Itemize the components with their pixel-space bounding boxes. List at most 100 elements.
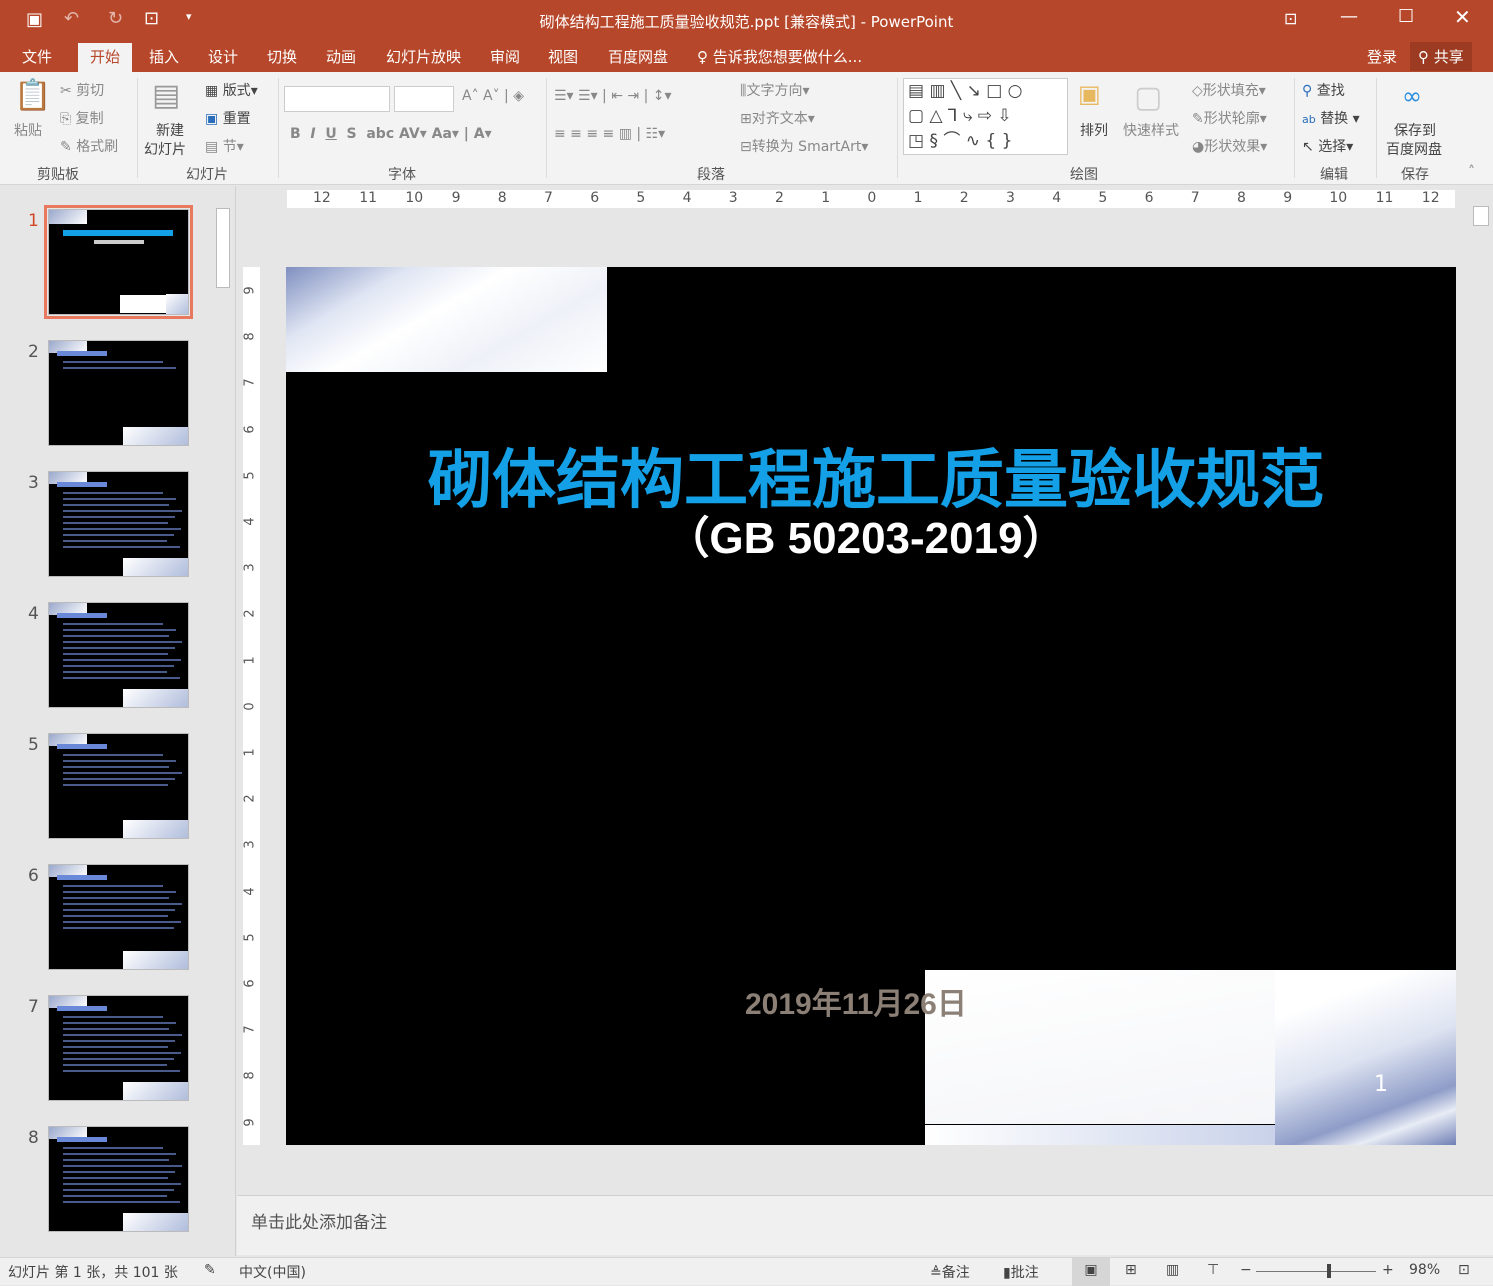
person-add-icon: ⚲ (1418, 48, 1429, 66)
tab-baidu[interactable]: 百度网盘 (608, 46, 668, 67)
login-link[interactable]: 登录 (1367, 46, 1397, 67)
ruler-tick-label: 4 (1052, 190, 1062, 206)
arrange-button[interactable]: 排列 (1080, 120, 1108, 140)
effects-icon: ◕ (1192, 139, 1205, 155)
tab-insert[interactable]: 插入 (149, 46, 179, 67)
tab-file[interactable]: 文件 (22, 46, 52, 67)
ruler-tick-label: 6 (590, 190, 600, 206)
ribbon-display-icon[interactable]: ⊡ (1284, 9, 1297, 28)
zoom-slider-thumb[interactable] (1327, 1264, 1332, 1278)
font-format-buttons[interactable]: B I U S abc AV▾ Aa▾ | A▾ (290, 126, 492, 142)
minimize-icon[interactable]: — (1340, 6, 1358, 27)
ruler-tick-label: 1 (821, 190, 831, 206)
tell-me-box[interactable]: ♀ 告诉我您想要做什么... (697, 46, 862, 67)
slide-subtitle[interactable]: （GB 50203-2019） (286, 502, 1456, 566)
shape-fill-button[interactable]: ◇形状填充▾ (1192, 80, 1266, 100)
list-buttons[interactable]: ☰▾ ☰▾ | ⇤ ⇥ | ↕▾ (554, 88, 672, 104)
slide-thumbnail[interactable] (48, 733, 189, 839)
new-slide-button-label[interactable]: 幻灯片 (144, 139, 186, 159)
share-button[interactable]: ⚲ 共享 (1410, 42, 1472, 71)
slideshow-button[interactable]: ⊤ (1207, 1262, 1219, 1278)
zoom-slider[interactable] (1256, 1271, 1376, 1272)
paste-button[interactable]: 粘贴 (14, 120, 42, 140)
tab-design[interactable]: 设计 (208, 46, 238, 67)
notes-placeholder[interactable]: 单击此处添加备注 (251, 1208, 387, 1233)
group-label-save: 保存 (1401, 167, 1429, 183)
thumbnail-number: 4 (28, 604, 39, 624)
replace-icon: ab (1302, 113, 1316, 126)
zoom-out-button[interactable]: − (1240, 1262, 1252, 1278)
scissors-icon: ✂ (60, 83, 72, 99)
ruler-tick-label: 5 (242, 471, 258, 480)
slide-thumbnail[interactable] (44, 205, 193, 319)
format-painter-button[interactable]: ✎ 格式刷 (60, 136, 118, 156)
thumbnail-scrollbar[interactable] (214, 190, 232, 1254)
slide-thumbnail[interactable] (48, 602, 189, 708)
close-icon[interactable]: ✕ (1454, 5, 1471, 29)
font-name-input[interactable] (284, 86, 390, 112)
font-size-input[interactable] (394, 86, 454, 112)
tab-animations[interactable]: 动画 (326, 46, 356, 67)
status-bar: 幻灯片 第 1 张，共 101 张 ✎ 中文(中国) ≜备注 ▮批注 ▣ ⊞ ▥… (0, 1257, 1493, 1286)
layout-button[interactable]: ▦ 版式▾ (205, 80, 258, 100)
slide-thumbnail-pane: 1 2 3 4 5 6 7 8 (0, 186, 236, 1256)
replace-button[interactable]: ab 替换 ▾ (1302, 108, 1360, 128)
zoom-in-button[interactable]: + (1382, 1262, 1394, 1278)
new-slide-button[interactable]: 新建 (156, 120, 184, 140)
notes-toggle[interactable]: ≜备注 (930, 1262, 970, 1282)
font-size-controls[interactable]: A˄ A˅ | ◈ (462, 88, 524, 104)
fit-to-window-icon[interactable]: ⊡ (1458, 1262, 1470, 1278)
ruler-tick-label: 2 (242, 794, 258, 803)
zoom-level[interactable]: 98% (1409, 1262, 1440, 1278)
reset-icon: ▣ (205, 111, 219, 127)
collapse-ribbon-icon[interactable]: ˄ (1468, 164, 1475, 180)
slide-thumbnail[interactable] (48, 995, 189, 1101)
copy-button[interactable]: ⎘ 复制 (60, 108, 104, 128)
slide-thumbnail[interactable] (48, 471, 189, 577)
save-to-baidu-button[interactable]: 保存到 (1394, 120, 1436, 140)
ruler-tick-label: 6 (1144, 190, 1154, 206)
slide-thumbnail[interactable] (48, 864, 189, 970)
slide-page-number: 1 (1374, 1072, 1388, 1097)
slide-date[interactable]: 2019年11月26日 (745, 979, 967, 1023)
slide-canvas[interactable]: 砌体结构工程施工质量验收规范 （GB 50203-2019） 2019年11月2… (286, 267, 1456, 1145)
reset-button[interactable]: ▣ 重置 (205, 108, 251, 128)
find-button[interactable]: ⚲ 查找 (1302, 80, 1345, 100)
ruler-tick-label: 1 (242, 748, 258, 757)
spell-check-icon[interactable]: ✎ (204, 1262, 216, 1278)
smartart-button[interactable]: ⊟转换为 SmartArt▾ (740, 136, 868, 156)
align-buttons[interactable]: ≡ ≡ ≡ ≡ ▥ | ☷▾ (554, 126, 665, 142)
slide-thumbnail[interactable] (48, 340, 189, 446)
section-button[interactable]: ▤ 节▾ (205, 136, 244, 156)
ruler-tick-label: 9 (451, 190, 461, 206)
slide-scrollbar[interactable] (1472, 190, 1490, 1130)
slide-sorter-button[interactable]: ⊞ (1125, 1262, 1137, 1278)
shapes-gallery[interactable]: ▤ ▥ ╲ ↘ □ ○ ▢ △ ⅂ ⤷ ⇨ ⇩ ◳ § ⌒ ∿ { } (903, 78, 1068, 155)
save-to-baidu-label[interactable]: 百度网盘 (1386, 139, 1442, 159)
tab-view[interactable]: 视图 (548, 46, 578, 67)
select-button[interactable]: ↖ 选择▾ (1302, 136, 1353, 156)
pen-icon: ✎ (1192, 111, 1204, 127)
normal-view-button[interactable]: ▣ (1072, 1258, 1110, 1286)
tab-home[interactable]: 开始 (78, 43, 133, 73)
cut-button[interactable]: ✂ 剪切 (60, 80, 104, 100)
maximize-icon[interactable]: ☐ (1398, 6, 1414, 27)
title-bar: ▣ ↶ ↻ ⊡ ▾ 砌体结构工程施工质量验收规范.ppt [兼容模式] - Po… (0, 0, 1493, 40)
shape-effects-button[interactable]: ◕形状效果▾ (1192, 136, 1267, 156)
ruler-tick-label: 4 (242, 886, 258, 896)
tab-review[interactable]: 审阅 (490, 46, 520, 67)
text-direction-button[interactable]: ⫼文字方向▾ (740, 80, 809, 100)
ruler-tick-label: 3 (1006, 190, 1015, 206)
language-status[interactable]: 中文(中国) (239, 1262, 306, 1282)
notes-pane[interactable]: 单击此处添加备注 (237, 1195, 1493, 1255)
slide-thumbnail[interactable] (48, 1126, 189, 1232)
shape-outline-button[interactable]: ✎形状轮廓▾ (1192, 108, 1267, 128)
tab-slideshow[interactable]: 幻灯片放映 (386, 46, 461, 67)
thumbnail-number: 6 (28, 866, 39, 886)
quick-styles-button[interactable]: 快速样式 (1123, 120, 1179, 140)
tab-transitions[interactable]: 切换 (267, 46, 297, 67)
reading-view-button[interactable]: ▥ (1166, 1262, 1179, 1278)
align-text-button[interactable]: ⊞对齐文本▾ (740, 108, 815, 128)
comments-toggle[interactable]: ▮批注 (1003, 1262, 1039, 1282)
group-label-drawing: 绘图 (1070, 167, 1098, 183)
